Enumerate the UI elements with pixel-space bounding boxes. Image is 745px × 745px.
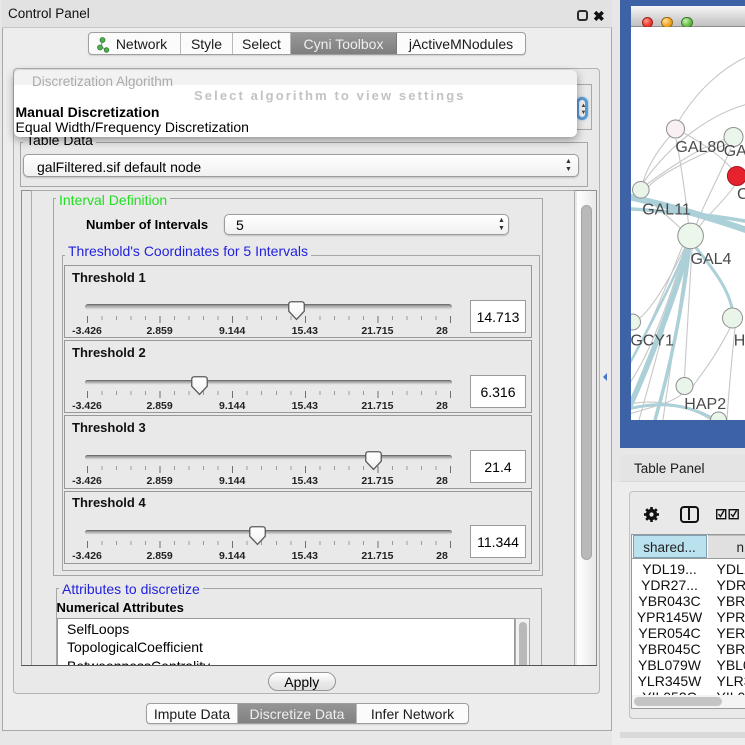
svg-text:GAL7: GAL7: [724, 143, 745, 160]
svg-text:HAP2: HAP2: [684, 396, 726, 413]
svg-text:HIS: HIS: [734, 333, 745, 350]
svg-text:GAL80: GAL80: [675, 139, 725, 156]
svg-text:GAL4: GAL4: [691, 251, 732, 268]
svg-text:GAL11: GAL11: [642, 202, 691, 219]
svg-text:GCY1: GCY1: [631, 333, 674, 350]
svg-text:C: C: [737, 186, 745, 203]
